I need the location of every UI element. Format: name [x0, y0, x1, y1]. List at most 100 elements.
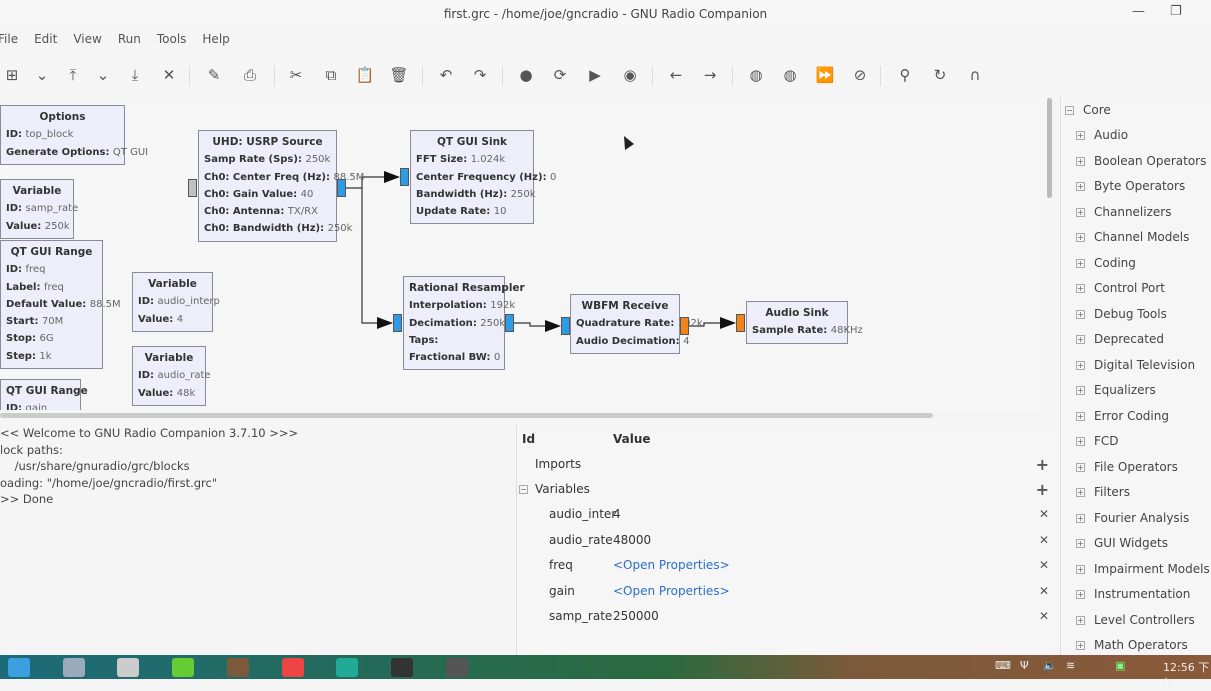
block-qt-gui-range[interactable]: QT GUI Range ID: gain: [0, 379, 88, 410]
clock[interactable]: 12:56 下午: [1163, 659, 1211, 691]
wifi-icon[interactable]: ≋: [1066, 659, 1075, 672]
taskbar-grc-icon[interactable]: [445, 658, 468, 677]
taskbar-files-icon[interactable]: [62, 658, 85, 677]
library-category[interactable]: + Error Coding: [1076, 404, 1169, 429]
kill-icon[interactable]: ◉: [618, 62, 642, 88]
taskbar-launcher-icon[interactable]: [8, 658, 30, 677]
expand-icon[interactable]: +: [1076, 309, 1085, 319]
expand-icon[interactable]: +: [1076, 386, 1085, 395]
expand-icon[interactable]: +: [1076, 131, 1085, 140]
collapse-icon[interactable]: −: [1065, 106, 1074, 115]
imports-row[interactable]: Imports +: [517, 452, 1057, 477]
variable-value[interactable]: <Open Properties>: [613, 579, 730, 604]
library-category[interactable]: + Coding: [1076, 251, 1136, 276]
copy-icon[interactable]: ⧉: [319, 62, 343, 88]
usrp-output-port[interactable]: [337, 179, 346, 197]
library-category[interactable]: + File Operators: [1076, 455, 1178, 480]
block-variable[interactable]: Variable ID: audio_interp Value: 4: [132, 272, 220, 332]
menu-view[interactable]: View: [73, 32, 101, 54]
rotate-right-icon[interactable]: →: [698, 62, 722, 88]
save-icon[interactable]: ⤓: [123, 62, 147, 88]
find-icon[interactable]: ⚲: [893, 62, 917, 88]
library-category[interactable]: + Instrumentation: [1076, 582, 1190, 607]
variable-row[interactable]: gain <Open Properties> ✕: [517, 579, 1057, 604]
undo-icon[interactable]: ↶: [434, 62, 458, 88]
remove-variable-button[interactable]: ✕: [1039, 604, 1049, 629]
expand-icon[interactable]: +: [1076, 437, 1085, 446]
variable-row[interactable]: audio_rate 48000 ✕: [517, 528, 1057, 553]
library-root[interactable]: − Core: [1065, 98, 1111, 123]
execute-icon[interactable]: ▶: [583, 62, 607, 88]
expand-icon[interactable]: +: [1076, 207, 1085, 217]
menu-tools[interactable]: Tools: [157, 32, 187, 54]
horizontal-scrollbar[interactable]: [0, 413, 933, 418]
menu-help[interactable]: Help: [202, 32, 229, 54]
expand-icon[interactable]: +: [1076, 284, 1085, 293]
cut-icon[interactable]: ✂: [284, 62, 308, 88]
variables-row[interactable]: − Variables +: [517, 477, 1057, 502]
cancel-icon[interactable]: ⊘: [848, 62, 872, 88]
taskbar-store-icon[interactable]: [117, 658, 140, 677]
remove-variable-button[interactable]: ✕: [1039, 553, 1049, 578]
block-variable[interactable]: Variable ID: audio_rate Value: 48k: [132, 346, 211, 406]
wbfm-input-port[interactable]: [561, 317, 570, 335]
magnet-icon[interactable]: ∩: [963, 62, 987, 88]
taskbar-music-icon[interactable]: [172, 658, 195, 677]
add-import-button[interactable]: +: [1036, 452, 1049, 477]
block-variable[interactable]: Variable ID: samp_rate Value: 250k: [0, 179, 78, 239]
collapse-icon[interactable]: −: [519, 485, 528, 494]
remove-variable-button[interactable]: ✕: [1039, 528, 1049, 553]
print-icon[interactable]: ⎙: [238, 62, 262, 88]
library-category[interactable]: + Debug Tools: [1076, 302, 1167, 327]
audiosink-input-port[interactable]: [736, 314, 745, 332]
library-category[interactable]: + Equalizers: [1076, 378, 1156, 403]
restore-button[interactable]: ❐: [1170, 4, 1182, 19]
block-qt-gui-range[interactable]: QT GUI Range ID: freq Label: freq Default V…: [0, 240, 121, 370]
library-category[interactable]: + Impairment Models: [1076, 557, 1210, 582]
expand-icon[interactable]: +: [1076, 411, 1085, 421]
chevron-down-icon[interactable]: ⌄: [30, 62, 54, 88]
remove-variable-button[interactable]: ✕: [1039, 579, 1049, 604]
variable-row[interactable]: audio_inter 4 ✕: [517, 502, 1057, 527]
taskbar-video-icon[interactable]: [226, 658, 249, 677]
paste-icon[interactable]: 📋: [353, 62, 377, 88]
open-icon[interactable]: ⤒: [61, 62, 85, 88]
library-category[interactable]: + Filters: [1076, 480, 1130, 505]
library-category[interactable]: + Deprecated: [1076, 327, 1164, 352]
vertical-scrollbar[interactable]: [1047, 98, 1052, 198]
expand-icon[interactable]: +: [1076, 462, 1085, 472]
block-wbfm-receive[interactable]: WBFM Receive Quadrature Rate: 192k Audio D…: [570, 294, 703, 354]
usb-icon[interactable]: Ψ: [1020, 659, 1029, 672]
remove-variable-button[interactable]: ✕: [1039, 502, 1049, 527]
expand-icon[interactable]: +: [1076, 564, 1085, 574]
menu-edit[interactable]: Edit: [34, 32, 57, 54]
expand-icon[interactable]: +: [1076, 258, 1085, 268]
expand-icon[interactable]: +: [1076, 156, 1085, 166]
generate-icon[interactable]: ⟳: [548, 62, 572, 88]
expand-icon[interactable]: +: [1076, 335, 1085, 344]
library-category[interactable]: + FCD: [1076, 429, 1119, 454]
chevron-down-icon[interactable]: ⌄: [91, 62, 115, 88]
variable-value[interactable]: <Open Properties>: [613, 553, 730, 578]
taskbar-chrome-icon[interactable]: [281, 658, 304, 677]
library-category[interactable]: + Audio: [1076, 123, 1128, 148]
block-options[interactable]: Options ID: top_block Generate Options: QT…: [0, 105, 148, 165]
block-uhd-usrp-source[interactable]: UHD: USRP Source Samp Rate (Sps): 250k Ch0…: [198, 130, 364, 242]
expand-icon[interactable]: +: [1076, 360, 1085, 370]
minimize-button[interactable]: —: [1132, 4, 1145, 19]
block-qt-gui-sink[interactable]: QT GUI Sink FFT Size: 1.024k Center Freque…: [410, 130, 556, 225]
block-rational-resampler[interactable]: Rational Resampler Interpolation: 192k Dec…: [403, 276, 525, 371]
volume-icon[interactable]: 🔈: [1043, 659, 1057, 672]
reload-icon[interactable]: ↻: [928, 62, 952, 88]
flowgraph-canvas[interactable]: Options ID: top_block Generate Options: QT…: [0, 97, 1045, 410]
wbfm-output-port[interactable]: [680, 317, 689, 335]
block-audio-sink[interactable]: Audio Sink Sample Rate: 48KHz: [746, 301, 863, 344]
expand-icon[interactable]: +: [1076, 539, 1085, 548]
usrp-input-port[interactable]: [188, 179, 197, 197]
redo-icon[interactable]: ↷: [468, 62, 492, 88]
expand-icon[interactable]: +: [1076, 182, 1085, 191]
qtsink-input-port[interactable]: [400, 168, 409, 186]
battery-icon[interactable]: ▣: [1115, 659, 1125, 672]
keyboard-icon[interactable]: ⌨: [995, 659, 1011, 672]
library-category[interactable]: + Fourier Analysis: [1076, 506, 1189, 531]
